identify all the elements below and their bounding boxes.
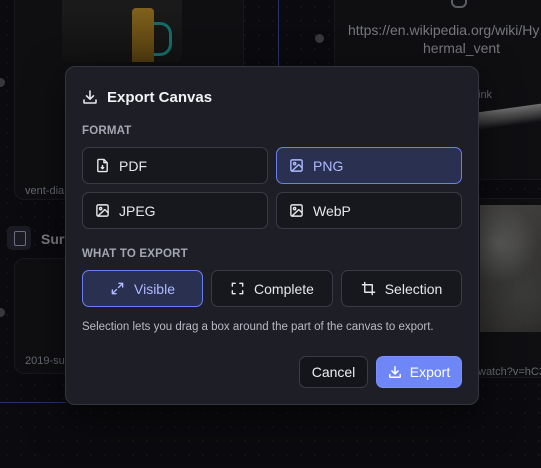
scope-option-selection[interactable]: Selection <box>341 270 462 307</box>
crop-icon <box>361 281 375 296</box>
format-option-label: PNG <box>313 157 344 174</box>
format-option-webp[interactable]: WebP <box>276 192 462 229</box>
format-label: FORMAT <box>82 125 132 137</box>
cancel-button[interactable]: Cancel <box>299 356 368 388</box>
scope-option-label: Complete <box>254 280 314 297</box>
scope-option-visible[interactable]: Visible <box>82 270 203 307</box>
dialog-title: Export Canvas <box>107 88 213 106</box>
format-option-pdf[interactable]: PDF <box>82 147 268 184</box>
what-to-export-label: WHAT TO EXPORT <box>82 248 188 260</box>
export-label: Export <box>409 364 451 380</box>
format-option-label: PDF <box>119 157 147 174</box>
expand-icon <box>111 282 124 295</box>
image-icon <box>290 159 303 172</box>
download-icon <box>83 90 97 104</box>
scope-option-label: Selection <box>384 280 443 297</box>
format-option-label: JPEG <box>119 202 156 219</box>
export-button[interactable]: Export <box>376 356 462 388</box>
scope-option-complete[interactable]: Complete <box>211 270 333 307</box>
file-icon <box>97 158 108 173</box>
dialog-header: Export Canvas <box>82 87 212 107</box>
format-option-png[interactable]: PNG <box>276 147 462 184</box>
image-icon <box>290 204 303 217</box>
format-option-jpeg[interactable]: JPEG <box>82 192 268 229</box>
cancel-label: Cancel <box>311 364 356 380</box>
export-dialog: Export Canvas FORMAT PDF PNG JPEG WebP W… <box>65 66 479 405</box>
format-option-label: WebP <box>313 202 351 219</box>
fullscreen-icon <box>231 282 244 295</box>
export-hint: Selection lets you drag a box around the… <box>82 321 434 333</box>
download-icon <box>388 366 401 378</box>
scope-option-label: Visible <box>134 280 175 297</box>
image-icon <box>96 204 109 217</box>
